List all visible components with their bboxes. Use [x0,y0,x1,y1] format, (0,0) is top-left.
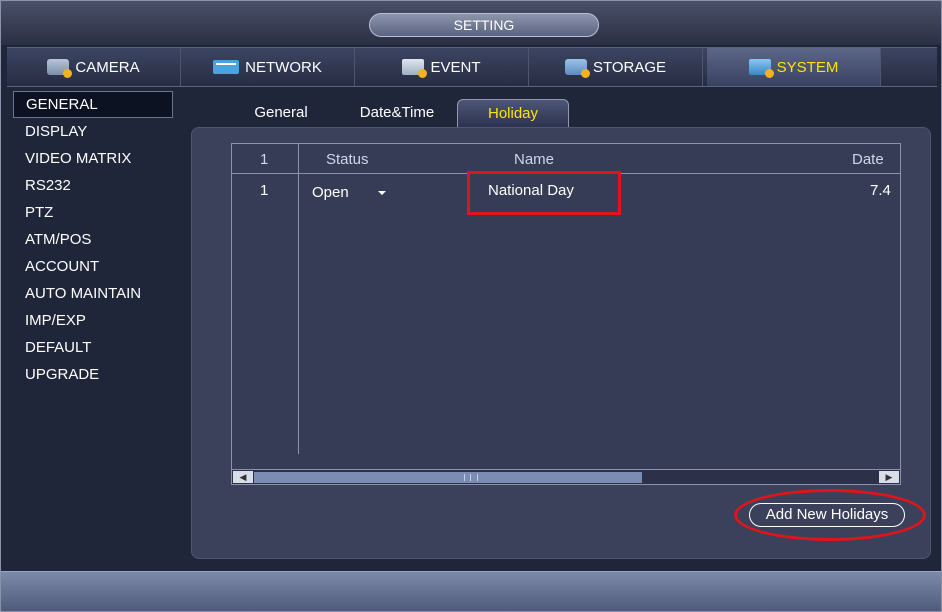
sidebar-item-imp-exp[interactable]: IMP/EXP [13,307,183,334]
horizontal-scrollbar[interactable]: ◀ ▶ [232,469,900,484]
sidebar-item-account[interactable]: ACCOUNT [13,253,183,280]
sidebar-item-default[interactable]: DEFAULT [13,334,183,361]
network-icon [213,60,240,74]
header-status: Status [326,151,369,168]
tab-camera[interactable]: CAMERA [7,48,181,86]
highlight-ellipse [734,489,926,541]
event-icon [402,59,428,78]
sidebar-item-general[interactable]: GENERAL [13,91,173,118]
tab-system-label: SYSTEM [776,58,839,76]
sidebar-item-video-matrix[interactable]: VIDEO MATRIX [13,145,183,172]
header-index: 1 [260,151,269,168]
bottom-bar [1,571,941,611]
sidebar-item-upgrade[interactable]: UPGRADE [13,361,183,388]
main-tab-bar: CAMERA NETWORK EVENT STORAGE SYSTEM [7,47,937,87]
chevron-down-icon[interactable] [378,191,386,195]
tab-storage-label: STORAGE [592,58,667,76]
sidebar-item-auto-maintain[interactable]: AUTO MAINTAIN [13,280,183,307]
header-name: Name [514,151,555,168]
sidebar: GENERAL DISPLAY VIDEO MATRIX RS232 PTZ A… [13,91,183,561]
settings-window: SETTING CAMERA NETWORK EVENT STORAGE SYS… [0,0,942,612]
tab-event[interactable]: EVENT [355,48,529,86]
tab-camera-label: CAMERA [75,58,140,76]
scroll-right-icon[interactable]: ▶ [879,471,899,483]
tab-event-label: EVENT [430,58,481,76]
sidebar-item-display[interactable]: DISPLAY [13,118,183,145]
status-value: Open [312,184,349,201]
sidebar-item-ptz[interactable]: PTZ [13,199,183,226]
system-icon [748,59,774,78]
subtab-holiday[interactable]: Holiday [457,99,569,127]
status-dropdown[interactable]: Open [312,180,402,206]
holiday-date[interactable]: 7.4 [870,182,891,199]
tab-network-label: NETWORK [245,58,322,76]
column-divider [298,144,299,454]
sidebar-item-atm-pos[interactable]: ATM/POS [13,226,183,253]
scroll-thumb[interactable] [254,472,642,483]
subtab-general[interactable]: General [241,99,321,127]
title-bar: SETTING [1,1,941,45]
camera-icon [47,59,73,78]
storage-icon [564,59,590,78]
subtab-date-time[interactable]: Date&Time [347,99,447,127]
sidebar-item-rs232[interactable]: RS232 [13,172,183,199]
scroll-left-icon[interactable]: ◀ [233,471,253,483]
row-index: 1 [260,182,269,199]
tab-network[interactable]: NETWORK [181,48,355,86]
grip-icon [464,474,478,481]
header-date: Date [852,151,884,168]
tab-system[interactable]: SYSTEM [707,48,881,86]
window-title: SETTING [369,13,599,37]
tab-storage[interactable]: STORAGE [529,48,703,86]
highlight-box [467,171,621,215]
